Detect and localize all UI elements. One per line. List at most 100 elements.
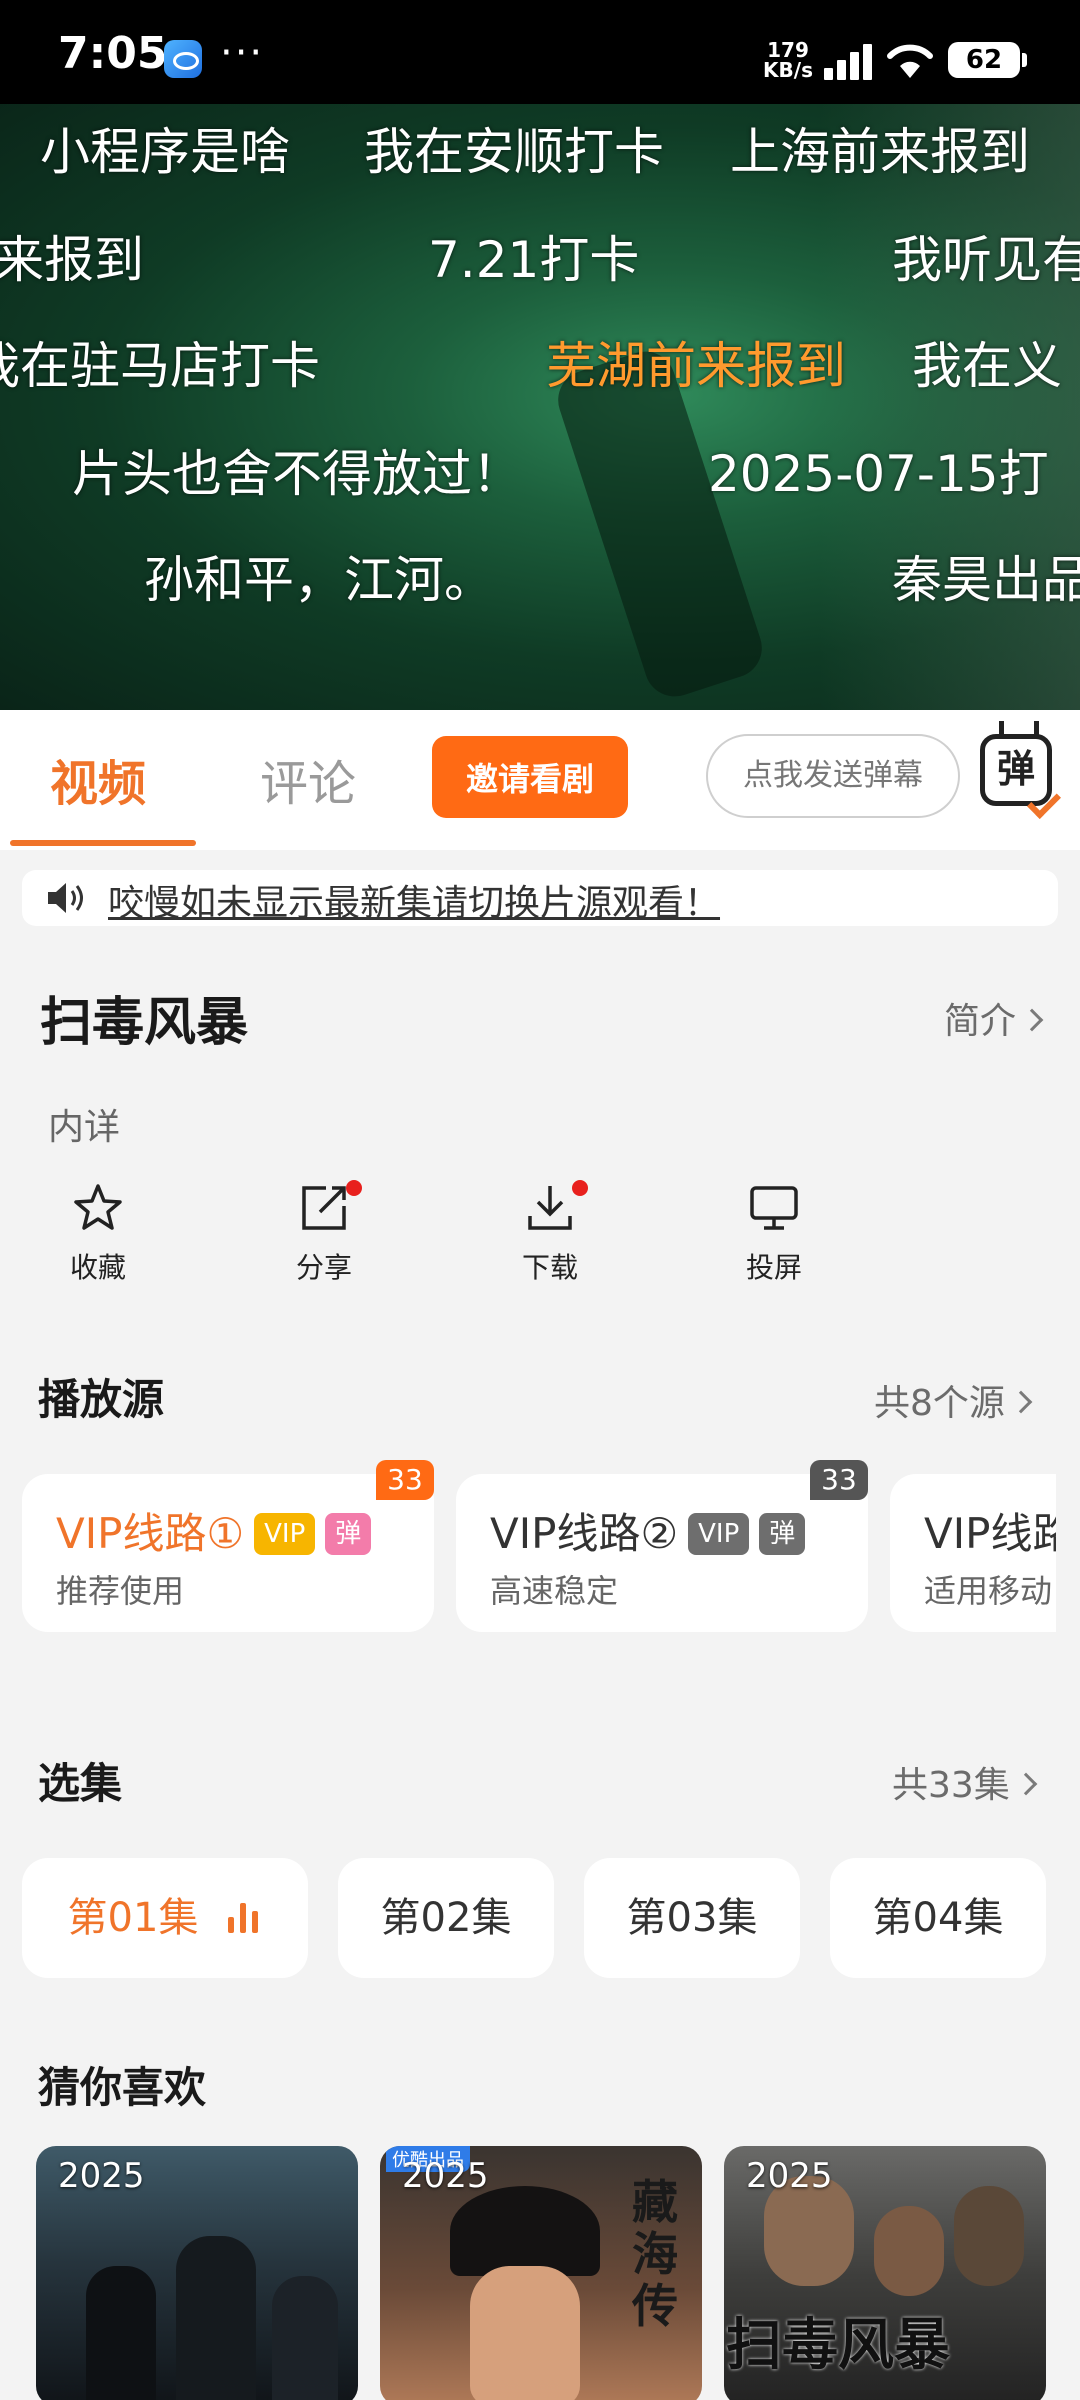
poster-title: 藏海传	[632, 2175, 678, 2333]
poster-figure	[272, 2276, 338, 2400]
share-label: 分享	[295, 1251, 352, 1284]
poster-face	[954, 2186, 1024, 2286]
danmaku-comment: 我在义	[912, 337, 1062, 395]
poster-figure	[176, 2236, 256, 2400]
chevron-right-icon	[1014, 1772, 1038, 1796]
episode-04[interactable]: 第04集	[830, 1858, 1046, 1978]
app-notification-icon	[164, 40, 202, 78]
invite-watch-button[interactable]: 邀请看剧	[432, 736, 628, 818]
share-badge-dot	[346, 1180, 362, 1196]
tab-comments[interactable]: 评论	[260, 744, 356, 814]
episodes-more-label: 共33集	[892, 1765, 1010, 1806]
episode-label: 第04集	[872, 1895, 1004, 1941]
battery-icon: 62	[948, 42, 1027, 78]
sources-more-label: 共8个源	[874, 1383, 1005, 1424]
danmaku-comment: 我听见有	[892, 231, 1080, 289]
poster-figure	[86, 2266, 156, 2400]
danmaku-tag: 弹	[759, 1513, 806, 1555]
recommend-section-title: 猜你喜欢	[38, 2063, 207, 2112]
recommend-poster-2[interactable]: 优酷出品 2025 藏海传	[380, 2146, 702, 2400]
cast-label: 投屏	[745, 1251, 802, 1284]
danmaku-comment: 芜湖前来报到	[546, 337, 846, 395]
poster-face	[470, 2266, 580, 2400]
danmaku-comment: 7.21打卡	[428, 231, 640, 289]
recommend-poster-1[interactable]: 2025	[36, 2146, 358, 2400]
cellular-signal-icon	[824, 44, 874, 80]
status-bar: 7:05 ··· 179 KB/s 62	[0, 0, 1080, 104]
danmaku-toggle-label: 弹	[996, 747, 1035, 791]
danmaku-comment: 小程序是啥	[40, 123, 290, 181]
poster-face	[874, 2206, 944, 2296]
danmaku-comment: 秦昊出品	[892, 551, 1080, 609]
chevron-right-icon	[1020, 1008, 1044, 1032]
poster-year: 2025	[402, 2156, 489, 2196]
show-title: 扫毒风暴	[40, 993, 249, 1053]
episode-label: 第02集	[380, 1895, 512, 1941]
intro-link[interactable]: 简介	[944, 992, 1044, 1044]
source-name: VIP线路① VIP 弹	[56, 1500, 372, 1561]
episode-count-badge: 33	[376, 1460, 434, 1500]
episode-02[interactable]: 第02集	[338, 1858, 554, 1978]
danmaku-comment: 我在驻马店打卡	[0, 337, 320, 395]
notice-text: 咬慢如未显示最新集请切换片源观看！	[108, 883, 721, 924]
vip-tag: VIP	[254, 1513, 316, 1555]
share-icon	[302, 1186, 346, 1230]
danmaku-comment: 上海前来报到	[730, 123, 1030, 181]
source-card-vip2[interactable]: VIP线路② VIP 弹 高速稳定 33	[456, 1460, 868, 1632]
sources-section-title: 播放源	[38, 1375, 165, 1424]
danmaku-toggle-button[interactable]: 弹	[980, 734, 1061, 819]
vip-tag: VIP	[688, 1513, 750, 1555]
speaker-icon	[48, 883, 83, 913]
cast-icon	[750, 1186, 798, 1230]
poster-hat	[450, 2186, 600, 2276]
favorite-button[interactable]: 收藏	[38, 1180, 158, 1290]
source-name: VIP线路② VIP 弹	[490, 1500, 806, 1561]
download-icon	[528, 1186, 572, 1230]
playing-icon	[228, 1903, 262, 1933]
poster-year: 2025	[58, 2156, 145, 2196]
episode-label: 第03集	[626, 1895, 758, 1941]
cast-button[interactable]: 投屏	[714, 1180, 834, 1290]
intro-link-label: 简介	[944, 1001, 1017, 1042]
danmaku-comment: 来报到	[0, 231, 144, 289]
episodes-section-title: 选集	[38, 1759, 123, 1808]
episode-count-badge: 33	[810, 1460, 868, 1500]
download-button[interactable]: 下载	[490, 1180, 610, 1290]
star-icon	[74, 1184, 122, 1230]
episode-label: 第01集	[67, 1895, 199, 1941]
episodes-more-link[interactable]: 共33集	[892, 1756, 1038, 1808]
active-tab-indicator	[10, 840, 196, 846]
tab-video[interactable]: 视频	[50, 744, 146, 814]
danmaku-comment: 孙和平，江河。	[144, 551, 494, 609]
source-card-vip1[interactable]: VIP线路① VIP 弹 推荐使用 33	[22, 1460, 434, 1632]
more-notifications-icon: ···	[220, 30, 265, 76]
danmaku-tag: 弹	[325, 1513, 372, 1555]
recommend-poster-3[interactable]: 2025 扫毒风暴	[724, 2146, 1046, 2400]
notice-banner[interactable]: 咬慢如未显示最新集请切换片源观看！	[22, 870, 1058, 926]
network-speed: 179 KB/s	[763, 38, 813, 82]
danmaku-comment: 2025-07-15打	[708, 445, 1049, 503]
download-label: 下载	[521, 1251, 578, 1284]
sources-more-link[interactable]: 共8个源	[874, 1374, 1033, 1426]
episode-01[interactable]: 第01集	[22, 1858, 308, 1978]
status-time: 7:05	[58, 28, 168, 79]
danmaku-comment: 我在安顺打卡	[364, 123, 664, 181]
download-badge-dot	[572, 1180, 588, 1196]
player-background	[820, 104, 1080, 710]
source-name: VIP线路	[924, 1509, 1056, 1558]
share-button[interactable]: 分享	[264, 1180, 384, 1290]
tab-bar: 视频 评论 邀请看剧 点我发送弹幕 弹	[0, 710, 1080, 850]
danmaku-comment: 片头也舍不得放过！	[72, 445, 522, 503]
source-desc: 推荐使用	[56, 1572, 185, 1610]
source-card-vip3[interactable]: VIP线路 适用移动	[890, 1474, 1056, 1632]
episode-03[interactable]: 第03集	[584, 1858, 800, 1978]
video-player[interactable]: 小程序是啥 我在安顺打卡 上海前来报到 来报到 7.21打卡 我听见有 我在驻马…	[0, 104, 1080, 710]
chevron-right-icon	[1009, 1390, 1033, 1414]
poster-title: 扫毒风暴	[726, 2313, 950, 2378]
favorite-label: 收藏	[69, 1251, 126, 1284]
wifi-icon	[887, 44, 933, 78]
poster-year: 2025	[746, 2156, 833, 2196]
source-desc: 高速稳定	[490, 1572, 619, 1610]
source-desc: 适用移动	[924, 1572, 1053, 1610]
send-danmaku-input[interactable]: 点我发送弹幕	[706, 734, 960, 818]
